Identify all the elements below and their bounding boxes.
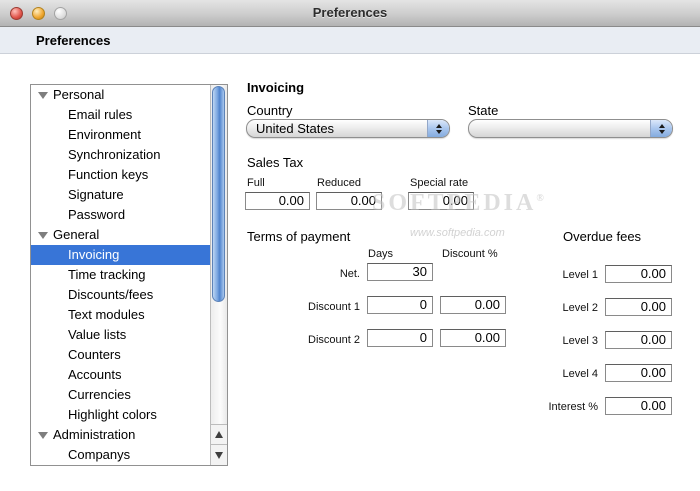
sidebar-item-counters[interactable]: Counters — [31, 345, 210, 365]
sidebar-item-function-keys[interactable]: Function keys — [31, 165, 210, 185]
country-select-value: United States — [256, 121, 334, 137]
terms-heading: Terms of payment — [247, 229, 350, 244]
sidebar-item-label: Environment — [68, 125, 141, 145]
sidebar-item-highlight-colors[interactable]: Highlight colors — [31, 405, 210, 425]
popup-arrows-icon — [650, 120, 672, 137]
sidebar-item-signature[interactable]: Signature — [31, 185, 210, 205]
terms-discount2-label: Discount 2 — [280, 334, 360, 346]
sidebar-item-value-lists[interactable]: Value lists — [31, 325, 210, 345]
sidebar-item-label: Synchronization — [68, 145, 161, 165]
sidebar-item-label: Function keys — [68, 165, 148, 185]
country-select[interactable]: United States — [246, 119, 450, 138]
state-label: State — [468, 103, 498, 118]
disclosure-triangle-icon[interactable] — [38, 92, 48, 99]
overdue-level1-label: Level 1 — [518, 269, 598, 281]
overdue-level4-field[interactable]: 0.00 — [605, 364, 672, 382]
sidebar-item-label: Discounts/fees — [68, 285, 153, 305]
sidebar-item-email-rules[interactable]: Email rules — [31, 105, 210, 125]
popup-arrows-icon — [427, 120, 449, 137]
sidebar-item-currencies[interactable]: Currencies — [31, 385, 210, 405]
sales-tax-full-field[interactable]: 0.00 — [245, 192, 310, 210]
sidebar-item-label: Companys — [68, 445, 130, 465]
sidebar-item-label: Password — [68, 205, 125, 225]
scrollbar-thumb[interactable] — [212, 86, 225, 302]
terms-discount1-days-field[interactable]: 0 — [367, 296, 433, 314]
sidebar-item-label: Counters — [68, 345, 121, 365]
sidebar-item-password[interactable]: Password — [31, 205, 210, 225]
sales-tax-reduced-field[interactable]: 0.00 — [316, 192, 382, 210]
title-bar: Preferences — [0, 0, 700, 27]
menu-item-preferences[interactable]: Preferences — [36, 33, 110, 48]
sidebar-group-label: General — [53, 225, 99, 245]
sidebar-item-invoicing[interactable]: Invoicing — [31, 245, 210, 265]
arrow-down-icon — [215, 452, 223, 459]
sales-tax-special-label: Special rate — [410, 177, 468, 189]
sidebar-item-synchronization[interactable]: Synchronization — [31, 145, 210, 165]
window-body: Personal Email rules Environment Synchro… — [0, 55, 700, 491]
sidebar-item-companys[interactable]: Companys — [31, 445, 210, 465]
menu-bar: Preferences — [0, 27, 700, 54]
sidebar-item-label: Invoicing — [68, 245, 119, 265]
sidebar-item-label: Email rules — [68, 105, 132, 125]
overdue-fees-heading: Overdue fees — [563, 229, 641, 244]
sidebar-item-label: Value lists — [68, 325, 126, 345]
disclosure-triangle-icon[interactable] — [38, 432, 48, 439]
sidebar-group-personal[interactable]: Personal — [31, 85, 210, 105]
sidebar-item-label: Currencies — [68, 385, 131, 405]
sidebar-group-administration[interactable]: Administration — [31, 425, 210, 445]
overdue-level2-field[interactable]: 0.00 — [605, 298, 672, 316]
sales-tax-full-label: Full — [247, 177, 265, 189]
overdue-level2-label: Level 2 — [518, 302, 598, 314]
overdue-level3-field[interactable]: 0.00 — [605, 331, 672, 349]
sidebar-group-label: Administration — [53, 425, 135, 445]
preferences-window: Preferences Preferences Personal Email r… — [0, 0, 700, 491]
state-select[interactable] — [468, 119, 673, 138]
softpedia-url-watermark: www.softpedia.com — [410, 227, 505, 239]
preferences-category-list: Personal Email rules Environment Synchro… — [30, 84, 228, 466]
sidebar-item-time-tracking[interactable]: Time tracking — [31, 265, 210, 285]
disclosure-triangle-icon[interactable] — [38, 232, 48, 239]
sales-tax-heading: Sales Tax — [247, 155, 303, 170]
sidebar-item-label: Highlight colors — [68, 405, 157, 425]
sidebar-item-text-modules[interactable]: Text modules — [31, 305, 210, 325]
sidebar-item-environment[interactable]: Environment — [31, 125, 210, 145]
sidebar-item-label: Time tracking — [68, 265, 146, 285]
terms-days-column-header: Days — [368, 248, 393, 260]
terms-discount-column-header: Discount % — [442, 248, 498, 260]
overdue-level4-label: Level 4 — [518, 368, 598, 380]
sales-tax-special-field[interactable]: 0.00 — [408, 192, 474, 210]
sidebar-scrollbar[interactable] — [210, 85, 227, 465]
sidebar-item-label: Text modules — [68, 305, 145, 325]
sidebar-item-label: Signature — [68, 185, 124, 205]
sidebar-group-general[interactable]: General — [31, 225, 210, 245]
overdue-interest-field[interactable]: 0.00 — [605, 397, 672, 415]
country-label: Country — [247, 103, 293, 118]
sales-tax-reduced-label: Reduced — [317, 177, 361, 189]
page-title: Invoicing — [247, 80, 304, 95]
terms-discount2-days-field[interactable]: 0 — [367, 329, 433, 347]
terms-net-days-field[interactable]: 30 — [367, 263, 433, 281]
sidebar-item-label: Accounts — [68, 365, 121, 385]
arrow-up-icon — [215, 431, 223, 438]
sidebar-item-discounts-fees[interactable]: Discounts/fees — [31, 285, 210, 305]
scrollbar-up-button[interactable] — [211, 424, 227, 444]
terms-discount1-percent-field[interactable]: 0.00 — [440, 296, 506, 314]
overdue-level3-label: Level 3 — [518, 335, 598, 347]
terms-discount1-label: Discount 1 — [280, 301, 360, 313]
window-title: Preferences — [0, 5, 700, 20]
overdue-level1-field[interactable]: 0.00 — [605, 265, 672, 283]
terms-discount2-percent-field[interactable]: 0.00 — [440, 329, 506, 347]
scrollbar-down-button[interactable] — [211, 444, 227, 465]
terms-net-label: Net. — [290, 268, 360, 280]
sidebar-group-label: Personal — [53, 85, 104, 105]
sidebar-item-accounts[interactable]: Accounts — [31, 365, 210, 385]
overdue-interest-label: Interest % — [518, 401, 598, 413]
